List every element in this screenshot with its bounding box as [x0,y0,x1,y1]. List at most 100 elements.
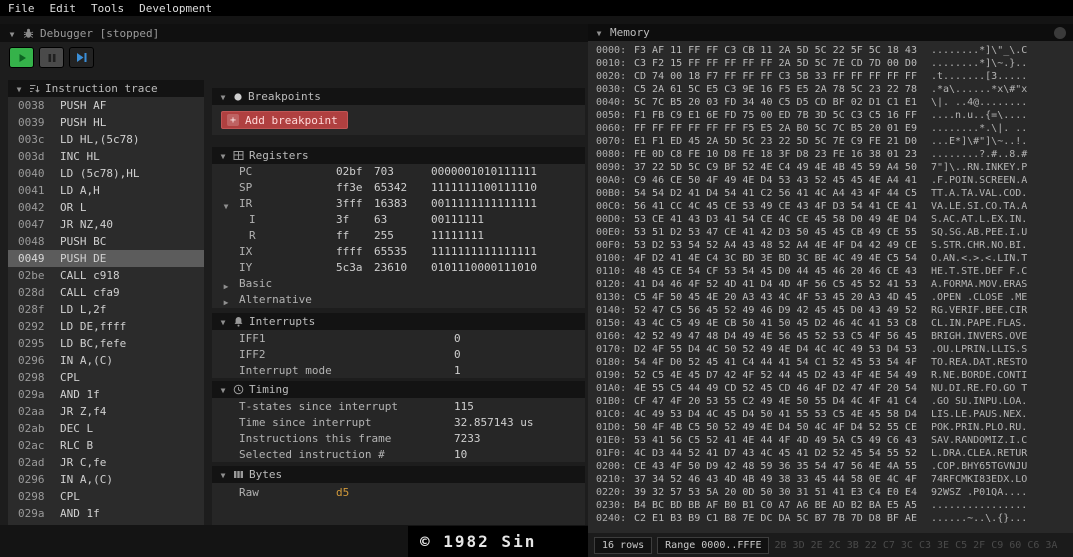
trace-row[interactable]: 0298 CPL [8,488,204,505]
trace-panel-header[interactable]: Instruction trace [8,80,204,97]
trace-address: 0298 [18,371,45,384]
memory-hex-bytes: FF FF FF FF FF FF F5 E5 2A B0 5C 7C B5 2… [634,123,917,134]
interrupts-header[interactable]: Interrupts [212,313,585,330]
collapse-caret-icon[interactable] [218,468,228,481]
group-expand-caret-icon[interactable] [221,295,231,308]
trace-row[interactable]: 0038 PUSH AF [8,97,204,114]
memory-row: 01A0: 4E 55 C5 44 49 CD 52 45 CD 46 4F D… [596,382,1063,395]
trace-instruction: LD (5c78),HL [60,167,140,180]
step-icon [77,53,87,62]
trace-row[interactable]: 0295 LD BC,fefe [8,335,204,352]
trace-row[interactable]: 0047 JR NZ,40 [8,216,204,233]
collapse-caret-icon[interactable] [7,27,17,40]
memory-range-control[interactable]: Range 0000..FFFE [657,536,770,554]
step-button[interactable] [69,47,94,68]
collapse-caret-icon[interactable] [218,315,228,328]
collapse-caret-icon[interactable] [218,383,228,396]
trace-instruction: RLC B [60,439,94,452]
trace-row[interactable]: 029a AND 1f [8,505,204,522]
memory-hex-bytes: CE 43 4F 50 D9 42 48 59 36 35 54 47 56 4… [634,461,917,472]
menu-item[interactable]: Edit [50,2,77,15]
memory-hex-bytes: C5 4F 50 45 4E 20 A3 43 4C 4F 53 45 20 A… [634,292,917,303]
bytes-header[interactable]: Bytes [212,466,585,483]
register-row[interactable]: PC 02bf 703 0000001010111111 [212,165,585,181]
memory-ascii: VA.LE.SI.CO.TA.A [930,201,1028,212]
run-button[interactable] [9,47,34,68]
trace-row[interactable]: 02aa JR Z,f4 [8,403,204,420]
group-expand-caret-icon[interactable] [221,279,231,292]
menu-item[interactable]: Development [139,2,212,15]
memory-hex-bytes: FE 0D C8 FE 10 D8 FE 18 3F D8 23 FE 16 3… [634,149,917,160]
register-row[interactable]: IX ffff 65535 1111111111111111 [212,245,585,261]
memory-row: 0000: F3 AF 11 FF FF C3 CB 11 2A 5D 5C 2… [596,44,1063,57]
memory-header[interactable]: Memory [588,24,1073,41]
breakpoints-header[interactable]: Breakpoints [212,88,585,105]
interrupts-title: Interrupts [249,315,316,328]
pause-button[interactable] [39,47,64,68]
register-row[interactable]: I 3f 63 00111111 [212,213,585,229]
memory-row: 01C0: 4C 49 53 D4 4C 45 D4 50 41 55 53 C… [596,408,1063,421]
timing-header[interactable]: Timing [212,381,585,398]
memory-menu-button[interactable] [1054,26,1066,39]
trace-row[interactable]: 029a AND 1f [8,386,204,403]
memory-ascii: S.AC.AT.L.EX.IN. [930,214,1028,225]
memory-hex-bytes: 41 D4 46 4F 52 4D 41 D4 4D 4F 56 C5 45 5… [634,279,917,290]
trace-row[interactable]: 0296 IN A,(C) [8,471,204,488]
breakpoints-section: Breakpoints Add breakpoint [212,88,585,135]
memory-row: 0190: 52 C5 4E 45 D7 42 4F 52 44 45 D2 4… [596,369,1063,382]
register-dec-value: 63 [374,213,388,226]
trace-row[interactable]: 0040 LD (5c78),HL [8,165,204,182]
trace-address: 02aa [18,405,45,418]
debugger-titlebar[interactable]: Debugger [stopped] [0,24,588,42]
trace-row[interactable]: 02be CALL c918 [8,267,204,284]
trace-row[interactable]: 0296 IN A,(C) [8,352,204,369]
register-group-row[interactable]: Alternative [212,293,585,309]
trace-row[interactable]: 0298 CPL [8,369,204,386]
menu-item[interactable]: File [8,2,35,15]
register-name: IX [239,245,253,258]
trace-row[interactable]: 02ad JR C,fe [8,454,204,471]
debugger-detail-panel: Breakpoints Add breakpoint Registers PC [212,88,585,525]
register-hex-value: ffff [336,245,363,258]
collapse-caret-icon[interactable] [594,26,604,39]
register-row[interactable]: IR 3fff 16383 0011111111111111 [212,197,585,213]
register-group-row[interactable]: Basic [212,277,585,293]
memory-hex-bytes: 4C 49 53 D4 4C 45 D4 50 41 55 53 C5 4E 4… [634,409,917,420]
collapse-caret-icon[interactable] [14,82,24,95]
memory-row: 0010: C3 F2 15 FF FF FF FF FF 2A 5D 5C 7… [596,57,1063,70]
memory-row: 0060: FF FF FF FF FF FF F5 E5 2A B0 5C 7… [596,122,1063,135]
register-name: PC [239,165,253,178]
trace-row[interactable]: 0292 LD DE,ffff [8,318,204,335]
trace-row[interactable]: 028f LD L,2f [8,301,204,318]
trace-row[interactable]: 028d CALL cfa9 [8,284,204,301]
trace-row[interactable]: 02ab DEC L [8,420,204,437]
register-bin-value: 0000001010111111 [431,165,537,178]
register-name: R [249,229,256,242]
property-row: Interrupt mode 1 [212,364,585,380]
register-row[interactable]: R ff 255 11111111 [212,229,585,245]
register-row[interactable]: SP ff3e 65342 1111111100111110 [212,181,585,197]
memory-address: 00D0: [596,214,627,225]
trace-row[interactable]: 0042 OR L [8,199,204,216]
register-expand-caret-icon[interactable] [221,199,231,212]
memory-list: 0000: F3 AF 11 FF FF C3 CB 11 2A 5D 5C 2… [596,44,1063,533]
trace-row[interactable]: 02ac RLC B [8,437,204,454]
memory-rows-control[interactable]: 16 rows [594,536,653,554]
memory-row: 00C0: 56 41 CC 4C 45 CE 53 49 CE 43 4F D… [596,200,1063,213]
collapse-caret-icon[interactable] [218,90,228,103]
collapse-caret-icon[interactable] [218,149,228,162]
registers-header[interactable]: Registers [212,147,585,164]
register-row[interactable]: IY 5c3a 23610 0101110000111010 [212,261,585,277]
memory-row: 01B0: CF 47 4F 20 53 55 C2 49 4E 50 55 D… [596,395,1063,408]
trace-row[interactable]: 0049 PUSH DE [8,250,204,267]
menu-item[interactable]: Tools [91,2,124,15]
trace-address: 0042 [18,201,45,214]
trace-row[interactable]: 003c LD HL,(5c78) [8,131,204,148]
trace-row[interactable]: 0041 LD A,H [8,182,204,199]
trace-row[interactable]: 003d INC HL [8,148,204,165]
add-breakpoint-button[interactable]: Add breakpoint [221,111,348,129]
trace-address: 0047 [18,218,45,231]
trace-row[interactable]: 0048 PUSH BC [8,233,204,250]
timing-list: T-states since interrupt 115 Time since … [212,398,585,462]
trace-row[interactable]: 0039 PUSH HL [8,114,204,131]
